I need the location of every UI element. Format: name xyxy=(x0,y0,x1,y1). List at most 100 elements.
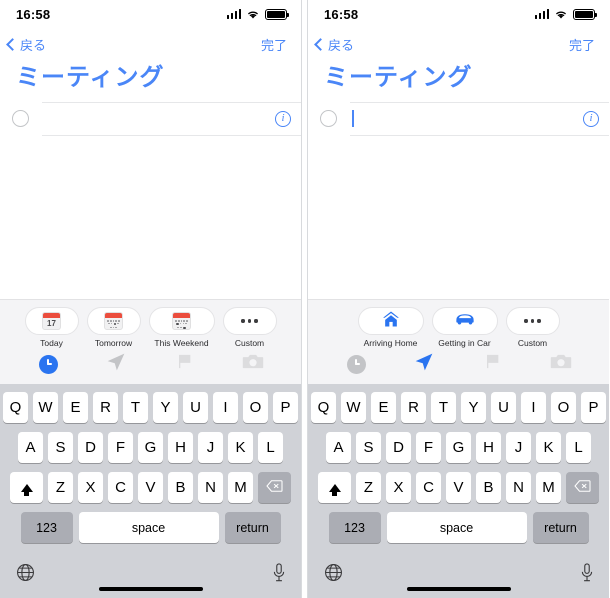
key-I[interactable]: I xyxy=(521,392,546,423)
info-circle-icon[interactable]: i xyxy=(583,110,599,127)
key-L[interactable]: L xyxy=(566,432,591,463)
return-key[interactable]: return xyxy=(532,512,589,543)
key-E[interactable]: E xyxy=(371,392,396,423)
suggestion-chip-0[interactable]: 17 Today xyxy=(24,307,79,348)
globe-language-icon[interactable] xyxy=(324,563,343,587)
key-H[interactable]: H xyxy=(168,432,193,463)
key-A[interactable]: A xyxy=(326,432,351,463)
suggestion-chip-1[interactable]: Tomorrow xyxy=(86,307,141,348)
suggestion-chip-2[interactable]: Custom xyxy=(505,307,560,348)
key-R[interactable]: R xyxy=(401,392,426,423)
back-button[interactable]: 戻る xyxy=(6,35,46,54)
backspace-key[interactable] xyxy=(566,472,599,503)
key-M[interactable]: M xyxy=(228,472,253,503)
key-F[interactable]: F xyxy=(108,432,133,463)
tab-camera[interactable] xyxy=(541,353,581,375)
key-S[interactable]: S xyxy=(356,432,381,463)
space-key[interactable]: space xyxy=(78,512,219,543)
key-G[interactable]: G xyxy=(446,432,471,463)
key-K[interactable]: K xyxy=(228,432,253,463)
shift-key[interactable] xyxy=(318,472,351,503)
suggestion-chip-0[interactable]: Arriving Home xyxy=(357,307,424,348)
tab-flag[interactable] xyxy=(473,353,513,375)
key-U[interactable]: U xyxy=(491,392,516,423)
shift-key[interactable] xyxy=(10,472,43,503)
tab-time[interactable] xyxy=(28,353,68,375)
suggestion-chip-pill xyxy=(222,307,277,335)
key-R[interactable]: R xyxy=(93,392,118,423)
key-G[interactable]: G xyxy=(138,432,163,463)
done-button[interactable]: 完了 xyxy=(261,35,287,54)
backspace-key[interactable] xyxy=(258,472,291,503)
key-D[interactable]: D xyxy=(386,432,411,463)
suggestion-chip-3[interactable]: Custom xyxy=(222,307,277,348)
key-Z[interactable]: Z xyxy=(48,472,73,503)
key-W[interactable]: W xyxy=(341,392,366,423)
key-O[interactable]: O xyxy=(551,392,576,423)
tab-time[interactable] xyxy=(336,353,376,375)
numbers-key[interactable]: 123 xyxy=(20,512,73,543)
space-key[interactable]: space xyxy=(386,512,527,543)
key-N[interactable]: N xyxy=(506,472,531,503)
key-K[interactable]: K xyxy=(536,432,561,463)
key-Y[interactable]: Y xyxy=(461,392,486,423)
key-S[interactable]: S xyxy=(48,432,73,463)
key-Y[interactable]: Y xyxy=(153,392,178,423)
microphone-icon[interactable] xyxy=(581,563,593,587)
key-Q[interactable]: Q xyxy=(3,392,28,423)
task-title-input[interactable]: i xyxy=(350,101,609,136)
key-Z[interactable]: Z xyxy=(356,472,381,503)
tab-location[interactable] xyxy=(404,353,444,375)
suggestion-tab-strip xyxy=(0,348,301,381)
key-N[interactable]: N xyxy=(198,472,223,503)
key-C[interactable]: C xyxy=(108,472,133,503)
dual-screenshot-stage: 16:58 戻る 完了 ミーティング i 17 Today Tomorrow This Week… xyxy=(0,0,610,598)
key-M[interactable]: M xyxy=(536,472,561,503)
key-T[interactable]: T xyxy=(123,392,148,423)
microphone-icon[interactable] xyxy=(273,563,285,587)
circle-unchecked-icon[interactable] xyxy=(12,110,29,128)
on-screen-keyboard: Q W E R T Y U I O P A S D F G H J K L Z X C V B N M 123 space return xyxy=(0,384,301,598)
suggestion-chip-2[interactable]: This Weekend xyxy=(148,307,215,348)
key-L[interactable]: L xyxy=(258,432,283,463)
key-U[interactable]: U xyxy=(183,392,208,423)
key-Q[interactable]: Q xyxy=(311,392,336,423)
home-indicator-bar xyxy=(98,587,203,591)
navigation-arrow-icon xyxy=(414,352,434,377)
key-J[interactable]: J xyxy=(506,432,531,463)
tab-camera[interactable] xyxy=(233,353,273,375)
key-P[interactable]: P xyxy=(581,392,606,423)
key-B[interactable]: B xyxy=(168,472,193,503)
done-button[interactable]: 完了 xyxy=(569,35,595,54)
suggestion-chip-1[interactable]: Getting in Car xyxy=(431,307,498,348)
tab-location[interactable] xyxy=(96,353,136,375)
key-X[interactable]: X xyxy=(78,472,103,503)
key-H[interactable]: H xyxy=(476,432,501,463)
key-D[interactable]: D xyxy=(78,432,103,463)
key-V[interactable]: V xyxy=(138,472,163,503)
key-O[interactable]: O xyxy=(243,392,268,423)
key-E[interactable]: E xyxy=(63,392,88,423)
key-P[interactable]: P xyxy=(273,392,298,423)
key-A[interactable]: A xyxy=(18,432,43,463)
content-empty-area xyxy=(308,135,609,299)
back-button[interactable]: 戻る xyxy=(314,35,354,54)
task-title-input[interactable]: i xyxy=(42,101,301,136)
numbers-key[interactable]: 123 xyxy=(328,512,381,543)
key-T[interactable]: T xyxy=(431,392,456,423)
globe-language-icon[interactable] xyxy=(16,563,35,587)
circle-unchecked-icon[interactable] xyxy=(320,110,337,128)
key-I[interactable]: I xyxy=(213,392,238,423)
key-F[interactable]: F xyxy=(416,432,441,463)
key-B[interactable]: B xyxy=(476,472,501,503)
key-W[interactable]: W xyxy=(33,392,58,423)
key-X[interactable]: X xyxy=(386,472,411,503)
key-C[interactable]: C xyxy=(416,472,441,503)
return-key[interactable]: return xyxy=(224,512,281,543)
info-circle-icon[interactable]: i xyxy=(275,110,291,127)
tab-flag[interactable] xyxy=(165,353,205,375)
key-J[interactable]: J xyxy=(198,432,223,463)
keyboard-row-3: ZXCVBNM xyxy=(3,472,298,503)
keyboard-row-2: ASDFGHJKL xyxy=(3,432,298,463)
key-V[interactable]: V xyxy=(446,472,471,503)
